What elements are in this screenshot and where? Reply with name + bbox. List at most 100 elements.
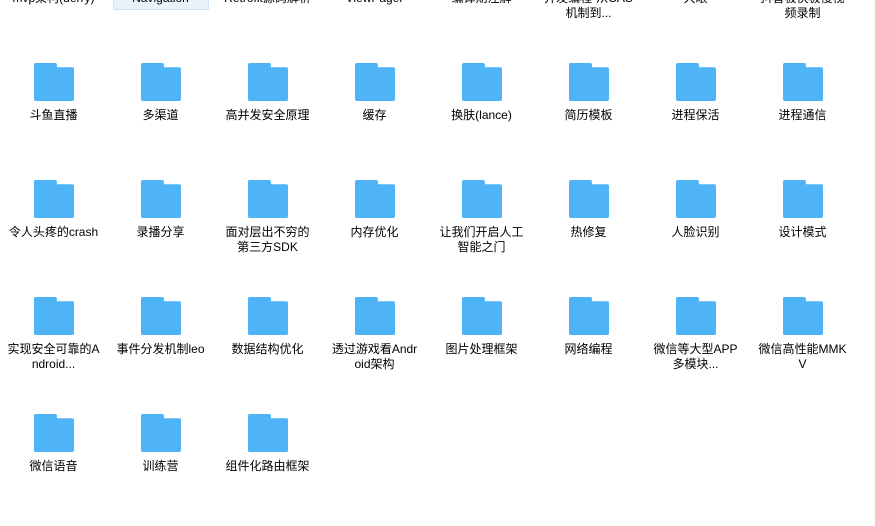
folder-item-label: 网络编程 bbox=[564, 342, 613, 356]
folder-item[interactable]: 实现安全可靠的Android... bbox=[0, 292, 107, 409]
folder-item-inner[interactable]: 抖音极快极慢视频录制 bbox=[755, 0, 851, 25]
folder-icon bbox=[675, 297, 716, 335]
folder-item[interactable]: 进程通信 bbox=[749, 58, 856, 175]
folder-item-inner[interactable]: 实现安全可靠的Android... bbox=[6, 292, 102, 376]
folder-item[interactable]: Retrofit源码解析 bbox=[214, 0, 321, 58]
folder-item-inner[interactable]: 高并发安全原理 bbox=[220, 58, 316, 127]
folder-icon bbox=[461, 63, 502, 101]
folder-item[interactable]: 高并发安全原理 bbox=[214, 58, 321, 175]
folder-item-inner[interactable]: Retrofit源码解析 bbox=[220, 0, 316, 10]
folder-item-inner[interactable]: 多渠道 bbox=[113, 58, 209, 127]
folder-item-label: 人脸识别 bbox=[671, 225, 720, 239]
folder-item-label: 图片处理框架 bbox=[445, 342, 518, 356]
folder-item-inner[interactable]: 微信高性能MMKV bbox=[755, 292, 851, 376]
folder-item[interactable]: 斗鱼直播 bbox=[0, 58, 107, 175]
folder-item-inner[interactable]: 进程保活 bbox=[648, 58, 744, 127]
folder-item-inner[interactable]: 透过游戏看Android架构 bbox=[327, 292, 423, 376]
folder-item-inner[interactable]: 热修复 bbox=[541, 175, 637, 244]
folder-item[interactable]: 编译期注解 bbox=[428, 0, 535, 58]
folder-item-label: Retrofit源码解析 bbox=[222, 0, 314, 6]
folder-icon bbox=[247, 63, 288, 101]
folder-item[interactable]: 设计模式 bbox=[749, 175, 856, 292]
folder-item-label: 事件分发机制leo bbox=[116, 342, 205, 356]
folder-item[interactable]: 多渠道 bbox=[107, 58, 214, 175]
folder-item-label: 微信等大型APP多模块... bbox=[653, 342, 738, 371]
folder-item-inner[interactable]: 斗鱼直播 bbox=[6, 58, 102, 127]
folder-item[interactable]: 图片处理框架 bbox=[428, 292, 535, 409]
folder-item[interactable]: 抖音极快极慢视频录制 bbox=[749, 0, 856, 58]
folder-item-inner[interactable]: 事件分发机制leo bbox=[113, 292, 209, 361]
icon-grid-row: 微信语音 训练营 组件化路由框架 bbox=[0, 409, 875, 526]
folder-item-label: 多渠道 bbox=[142, 108, 179, 122]
folder-item-inner[interactable]: mvp架构(derry) bbox=[6, 0, 102, 10]
folder-item-inner[interactable]: 换肤(lance) bbox=[434, 58, 530, 127]
folder-item-inner[interactable]: 缓存 bbox=[327, 58, 423, 127]
folder-item[interactable]: 大眼 bbox=[642, 0, 749, 58]
folder-item-inner[interactable]: 图片处理框架 bbox=[434, 292, 530, 361]
folder-item-inner[interactable]: 设计模式 bbox=[755, 175, 851, 244]
folder-item-label: 缓存 bbox=[362, 108, 387, 122]
folder-item-label: 训练营 bbox=[142, 459, 179, 473]
folder-item[interactable]: 让我们开启人工智能之门 bbox=[428, 175, 535, 292]
folder-item-inner[interactable]: 微信语音 bbox=[6, 409, 102, 478]
folder-item-inner[interactable]: 组件化路由框架 bbox=[220, 409, 316, 478]
folder-item-inner[interactable]: 简历模板 bbox=[541, 58, 637, 127]
folder-item-label: 数据结构优化 bbox=[231, 342, 304, 356]
folder-icon bbox=[33, 297, 74, 335]
folder-item[interactable]: 事件分发机制leo bbox=[107, 292, 214, 409]
folder-item-inner[interactable]: 网络编程 bbox=[541, 292, 637, 361]
folder-item-inner[interactable]: 面对层出不穷的第三方SDK bbox=[220, 175, 316, 259]
icon-grid-row: mvp架构(derry) Navigation Retrofit源码解析 ViewPa… bbox=[0, 0, 875, 58]
folder-icon bbox=[247, 414, 288, 452]
folder-item[interactable]: 换肤(lance) bbox=[428, 58, 535, 175]
folder-item[interactable]: 简历模板 bbox=[535, 58, 642, 175]
folder-item[interactable]: mvp架构(derry) bbox=[0, 0, 107, 58]
folder-icon bbox=[247, 180, 288, 218]
folder-item-label: 进程通信 bbox=[778, 108, 827, 122]
folder-item[interactable]: 热修复 bbox=[535, 175, 642, 292]
folder-item[interactable]: 人脸识别 bbox=[642, 175, 749, 292]
folder-icon bbox=[568, 63, 609, 101]
folder-item[interactable]: 数据结构优化 bbox=[214, 292, 321, 409]
folder-item[interactable]: 面对层出不穷的第三方SDK bbox=[214, 175, 321, 292]
folder-item-inner[interactable]: Navigation bbox=[112, 0, 209, 10]
folder-item-inner[interactable]: 人脸识别 bbox=[648, 175, 744, 244]
folder-item-inner[interactable]: 令人头疼的crash bbox=[6, 175, 102, 244]
folder-item-selected[interactable]: Navigation bbox=[107, 0, 214, 58]
folder-item[interactable]: 组件化路由框架 bbox=[214, 409, 321, 526]
folder-item[interactable]: ViewPager bbox=[321, 0, 428, 58]
folder-item-inner[interactable]: 编译期注解 bbox=[434, 0, 530, 10]
folder-icon bbox=[782, 63, 823, 101]
folder-item[interactable]: 训练营 bbox=[107, 409, 214, 526]
folder-item-label: 微信语音 bbox=[29, 459, 78, 473]
folder-item-inner[interactable]: 录播分享 bbox=[113, 175, 209, 244]
folder-item[interactable]: 网络编程 bbox=[535, 292, 642, 409]
folder-item-label: 组件化路由框架 bbox=[225, 459, 310, 473]
folder-item-inner[interactable]: 微信等大型APP多模块... bbox=[648, 292, 744, 376]
folder-item[interactable]: 微信语音 bbox=[0, 409, 107, 526]
folder-item[interactable]: 缓存 bbox=[321, 58, 428, 175]
folder-item-inner[interactable]: ViewPager bbox=[327, 0, 423, 10]
folder-item[interactable]: 令人头疼的crash bbox=[0, 175, 107, 292]
folder-item[interactable]: 微信高性能MMKV bbox=[749, 292, 856, 409]
folder-icon bbox=[140, 63, 181, 101]
folder-icon bbox=[675, 180, 716, 218]
folder-icon bbox=[354, 63, 395, 101]
folder-item-inner[interactable]: 内存优化 bbox=[327, 175, 423, 244]
folder-item[interactable]: 微信等大型APP多模块... bbox=[642, 292, 749, 409]
folder-item-label: 抖音极快极慢视频录制 bbox=[760, 0, 844, 20]
folder-item[interactable]: 透过游戏看Android架构 bbox=[321, 292, 428, 409]
folder-item[interactable]: 内存优化 bbox=[321, 175, 428, 292]
folder-item[interactable]: 并发编程-从CAS机制到... bbox=[535, 0, 642, 58]
folder-item-inner[interactable]: 训练营 bbox=[113, 409, 209, 478]
folder-item-inner[interactable]: 进程通信 bbox=[755, 58, 851, 127]
folder-item[interactable]: 录播分享 bbox=[107, 175, 214, 292]
file-icon-grid[interactable]: mvp架构(derry) Navigation Retrofit源码解析 ViewPa… bbox=[0, 0, 875, 519]
folder-item[interactable]: 进程保活 bbox=[642, 58, 749, 175]
folder-item-inner[interactable]: 并发编程-从CAS机制到... bbox=[541, 0, 637, 25]
folder-item-inner[interactable]: 数据结构优化 bbox=[220, 292, 316, 361]
folder-icon bbox=[782, 297, 823, 335]
folder-item-inner[interactable]: 让我们开启人工智能之门 bbox=[434, 175, 530, 259]
folder-item-label: 透过游戏看Android架构 bbox=[331, 342, 418, 371]
folder-item-inner[interactable]: 大眼 bbox=[648, 0, 744, 10]
